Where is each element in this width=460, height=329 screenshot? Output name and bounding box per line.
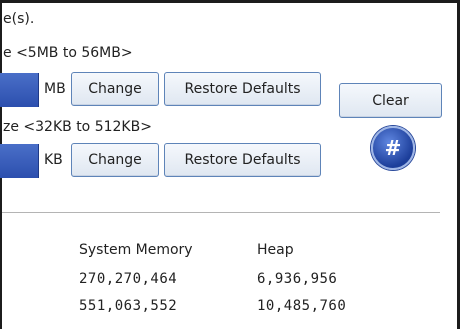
table-cell-heap-row-2: 10,485,760: [257, 298, 347, 314]
number-key-button[interactable]: #: [371, 126, 415, 170]
range-label-1: e <5MB to 56MB>: [3, 45, 133, 61]
restore-defaults-button-1[interactable]: Restore Defaults: [164, 72, 321, 106]
size-value-field-2[interactable]: [0, 144, 39, 178]
hash-icon: #: [384, 136, 402, 160]
size-value-field-1[interactable]: [0, 73, 39, 107]
table-cell-system-memory-row-1: 270,270,464: [79, 271, 178, 287]
table-cell-heap-row-1: 6,936,956: [257, 271, 338, 287]
column-header-system-memory: System Memory: [79, 242, 193, 258]
unit-label-2: KB: [44, 152, 63, 168]
change-button-2[interactable]: Change: [71, 143, 159, 177]
unit-label-1: MB: [44, 81, 66, 97]
table-cell-system-memory-row-2: 551,063,552: [79, 298, 178, 314]
range-label-2: ze <32KB to 512KB>: [3, 119, 152, 135]
column-header-heap: Heap: [257, 242, 294, 258]
instruction-text: e(s).: [3, 11, 35, 27]
window-frame-top: [0, 0, 460, 3]
clear-button[interactable]: Clear: [339, 83, 442, 118]
section-divider: [2, 212, 440, 213]
restore-defaults-button-2[interactable]: Restore Defaults: [164, 143, 321, 177]
change-button-1[interactable]: Change: [71, 72, 159, 106]
